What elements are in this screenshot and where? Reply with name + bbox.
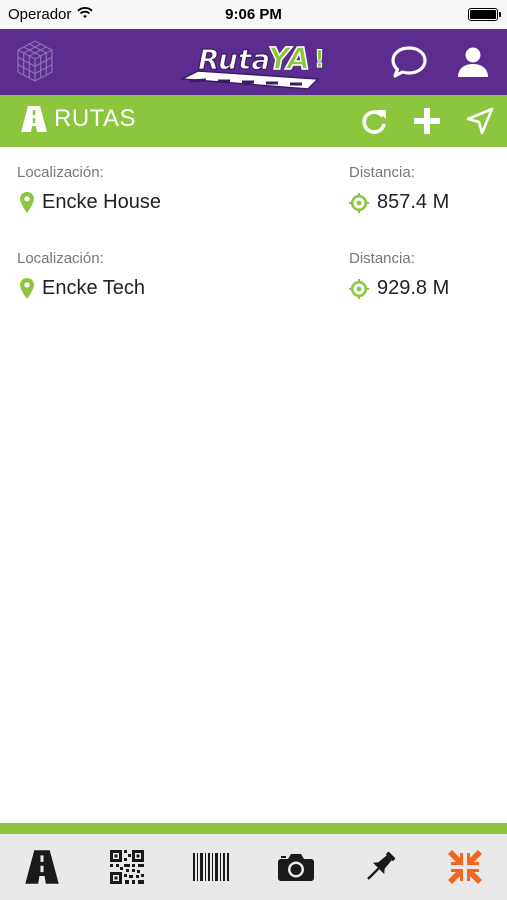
road-icon (21, 106, 47, 132)
location-name: Encke House (42, 191, 161, 213)
section-title: RUTAS (20, 105, 136, 133)
camera-icon (278, 854, 314, 881)
status-time: 9:06 PM (225, 6, 282, 23)
location-value: Encke House (20, 191, 161, 214)
location-value: Encke Tech (20, 277, 145, 300)
navigate-button[interactable] (464, 105, 496, 137)
profile-button[interactable] (452, 41, 494, 83)
location-label: Localización: (17, 164, 104, 181)
crosshair-icon (349, 278, 369, 299)
battery-icon (468, 8, 501, 21)
pushpin-icon (367, 851, 396, 880)
location-name: Encke Tech (42, 277, 146, 299)
cube-icon[interactable] (16, 39, 54, 88)
road-icon (25, 850, 59, 884)
tab-camera[interactable] (254, 834, 338, 900)
tab-routes[interactable] (0, 834, 84, 900)
qr-code-icon (110, 850, 144, 884)
status-bar: Operador 9:06 PM (0, 0, 507, 29)
section-title-text: RUTAS (54, 105, 137, 132)
tab-qr[interactable] (85, 834, 169, 900)
app-logo: Ruta YA ! (178, 33, 330, 91)
svg-text:YA: YA (268, 42, 310, 77)
distance-text: 929.8 M (377, 277, 450, 299)
map-pin-icon (20, 192, 34, 213)
user-icon (458, 47, 488, 77)
tab-bar (0, 834, 507, 900)
plus-icon (414, 108, 440, 134)
map-pin-icon (20, 278, 34, 299)
barcode-icon (193, 853, 229, 881)
chat-button[interactable] (388, 41, 430, 83)
navigation-arrow-icon (466, 107, 494, 135)
route-row[interactable]: Localización: Encke Tech Distancia: 929.… (0, 233, 507, 319)
chat-bubble-icon (391, 46, 427, 78)
tab-pin[interactable] (338, 834, 422, 900)
svg-text:Ruta: Ruta (198, 43, 270, 76)
distance-text: 857.4 M (377, 191, 450, 213)
distance-value: 857.4 M (349, 191, 449, 214)
refresh-button[interactable] (358, 105, 390, 137)
distance-value: 929.8 M (349, 277, 449, 300)
tab-collapse[interactable] (423, 834, 507, 900)
route-list: Localización: Encke House Distancia: 857… (0, 147, 507, 319)
distance-label: Distancia: (349, 250, 415, 267)
collapse-arrows-icon (448, 850, 482, 884)
section-bar: RUTAS (0, 95, 507, 147)
app-header: Ruta YA ! (0, 29, 507, 95)
location-label: Localización: (17, 250, 104, 267)
refresh-icon (362, 110, 386, 134)
tabbar-divider (0, 823, 507, 834)
crosshair-icon (349, 192, 369, 213)
add-route-button[interactable] (411, 105, 443, 137)
distance-label: Distancia: (349, 164, 415, 181)
svg-text:!: ! (314, 45, 325, 73)
tab-barcode[interactable] (169, 834, 253, 900)
route-row[interactable]: Localización: Encke House Distancia: 857… (0, 147, 507, 233)
